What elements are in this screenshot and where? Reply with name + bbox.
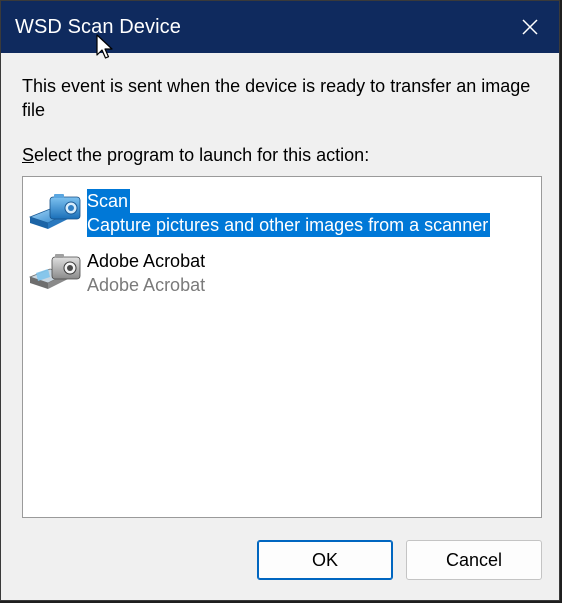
scan-text: Scan Capture pictures and other images f… <box>87 189 491 237</box>
camera-scanner-icon <box>28 254 81 289</box>
mouse-pointer-icon <box>96 34 113 59</box>
program-title: Scan <box>87 189 131 213</box>
ok-button[interactable]: OK <box>257 540 393 580</box>
cancel-button[interactable]: Cancel <box>406 540 542 580</box>
close-icon <box>522 19 538 35</box>
title-bar[interactable]: WSD Scan Device <box>1 1 559 53</box>
program-list[interactable]: Scan Capture pictures and other images f… <box>22 176 542 518</box>
scanner-icon <box>28 194 81 229</box>
dialog-window: WSD Scan Device This event is sent when … <box>0 0 560 601</box>
list-item-scan[interactable]: Scan Capture pictures and other images f… <box>26 181 536 239</box>
adobe-acrobat-text: Adobe Acrobat Adobe Acrobat <box>87 249 207 297</box>
program-title: Adobe Acrobat <box>87 251 206 271</box>
program-description: Capture pictures and other images from a… <box>87 213 491 237</box>
select-program-label: Select the program to launch for this ac… <box>22 145 369 166</box>
program-description: Adobe Acrobat <box>87 275 206 295</box>
event-description: This event is sent when the device is re… <box>22 76 531 120</box>
select-label-accelerator: S <box>22 145 35 165</box>
list-item-adobe-acrobat[interactable]: Adobe Acrobat Adobe Acrobat <box>26 241 536 299</box>
select-label-text: elect the program to launch for this act… <box>34 145 370 165</box>
close-button[interactable] <box>501 1 559 53</box>
